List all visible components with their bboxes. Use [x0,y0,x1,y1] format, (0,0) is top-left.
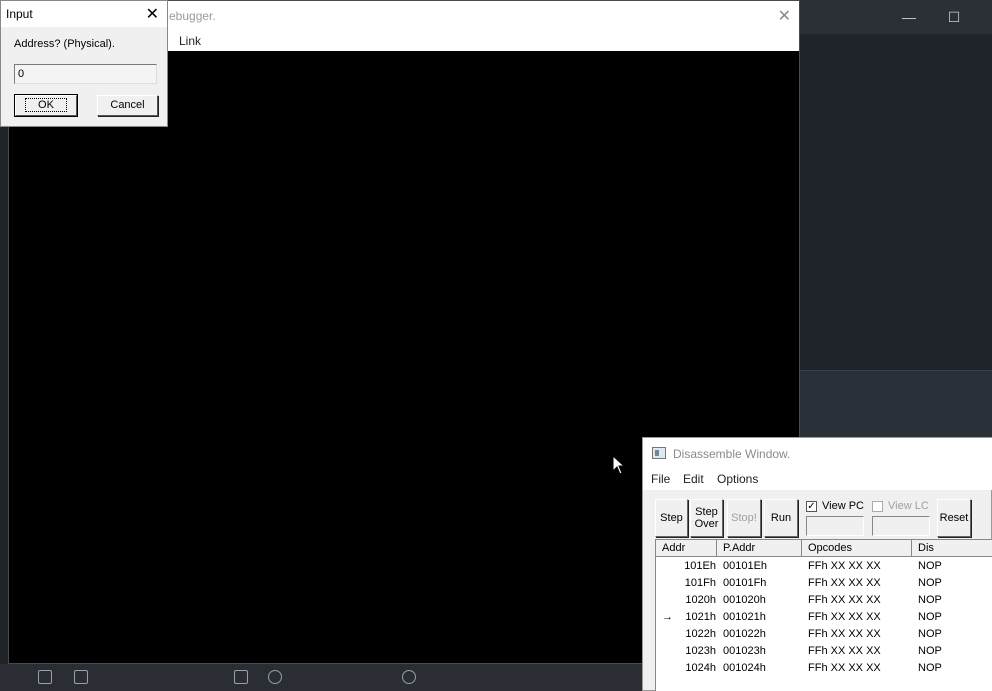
reset-button[interactable]: Reset [937,499,971,537]
disassembly-header: Addr P.Addr Opcodes Dis [656,540,992,557]
dis-cell: NOP [918,577,942,589]
table-row[interactable]: 1023h 001023h FFh XX XX XX NOP [656,643,992,660]
view-pc-toggle[interactable]: ✓ View PC [806,500,864,512]
paddr-cell: 001022h [723,628,766,640]
menu-file[interactable]: File [651,472,670,486]
paddr-cell: 00101Fh [723,577,767,589]
close-icon[interactable]: ✕ [778,6,791,26]
toolbar-delete-icon-2[interactable] [234,670,248,684]
dis-cell: NOP [918,560,942,572]
paddr-cell: 001024h [723,662,766,674]
step-over-button[interactable]: Step Over [690,499,723,537]
disassemble-titlebar: Disassemble Window. [643,438,992,468]
ok-button[interactable]: OK [14,94,78,117]
addr-cell: 1023h [685,645,716,657]
toolbar-save-icon[interactable] [74,670,88,684]
view-pc-checkbox[interactable]: ✓ [806,500,817,512]
minimize-icon[interactable]: — [900,8,918,26]
debugger-title: ebugger. [169,9,216,23]
dis-cell: NOP [918,628,942,640]
background-panel [800,370,992,440]
table-row[interactable]: 1022h 001022h FFh XX XX XX NOP [656,626,992,643]
mouse-cursor-icon [612,455,626,475]
paddr-cell: 001020h [723,594,766,606]
input-dialog: Input ✕ Address? (Physical). OK Cancel [0,0,168,127]
column-header-paddr[interactable]: P.Addr [717,540,802,557]
addr-cell: 101Eh [684,560,716,572]
table-row[interactable]: 101Eh 00101Eh FFh XX XX XX NOP [656,558,992,575]
view-lc-label: View LC [888,500,929,512]
bottom-toolbar [0,664,642,691]
background-titlebar [800,0,992,34]
opcodes-cell: FFh XX XX XX [808,628,881,640]
cancel-button[interactable]: Cancel [97,95,158,116]
disassembly-list[interactable]: Addr P.Addr Opcodes Dis 101Eh 00101Eh FFh … [655,539,992,691]
opcodes-cell: FFh XX XX XX [808,645,881,657]
toolbar-delete-icon[interactable] [38,670,52,684]
dis-cell: NOP [918,594,942,606]
paddr-cell: 00101Eh [723,560,768,572]
ok-button-label: OK [25,98,67,112]
addr-cell: 1024h [685,662,716,674]
column-header-addr[interactable]: Addr [656,540,717,557]
menu-link[interactable]: Link [179,34,201,48]
addr-cell: 101Fh [684,577,716,589]
table-row[interactable]: 1024h 001024h FFh XX XX XX NOP [656,660,992,677]
opcodes-cell: FFh XX XX XX [808,662,881,674]
opcodes-cell: FFh XX XX XX [808,594,881,606]
column-header-dis[interactable]: Dis [912,540,992,557]
stop-button[interactable]: Stop! [727,499,761,537]
paddr-cell: 001023h [723,645,766,657]
table-row[interactable]: 1020h 001020h FFh XX XX XX NOP [656,592,992,609]
disassemble-window: Disassemble Window. File Edit Options St… [642,437,992,691]
table-row[interactable]: 101Fh 00101Fh FFh XX XX XX NOP [656,575,992,592]
toolbar-settings-icon[interactable] [268,670,282,684]
addr-cell: 1021h [685,611,716,623]
step-button[interactable]: Step [655,499,688,537]
run-button[interactable]: Run [764,499,798,537]
disassemble-title: Disassemble Window. [673,447,791,461]
input-dialog-title: Input [6,7,33,21]
addr-cell: 1020h [685,594,716,606]
opcodes-cell: FFh XX XX XX [808,611,881,623]
view-pc-field[interactable] [806,516,864,536]
menu-edit[interactable]: Edit [683,472,704,486]
address-prompt-label: Address? (Physical). [14,38,115,50]
paddr-cell: 001021h [723,611,766,623]
opcodes-cell: FFh XX XX XX [808,577,881,589]
opcodes-cell: FFh XX XX XX [808,560,881,572]
view-lc-checkbox[interactable] [872,500,883,512]
close-icon[interactable]: ✕ [146,4,159,24]
dis-cell: NOP [918,662,942,674]
addr-cell: 1022h [685,628,716,640]
maximize-icon[interactable]: ☐ [945,8,963,26]
menu-options[interactable]: Options [717,472,758,486]
window-app-icon [652,447,666,459]
view-pc-label: View PC [822,500,864,512]
address-input[interactable] [14,64,157,84]
column-header-opcodes[interactable]: Opcodes [802,540,912,557]
disassemble-menubar: File Edit Options [643,468,992,490]
view-lc-field[interactable] [872,516,930,536]
dis-cell: NOP [918,645,942,657]
view-lc-toggle[interactable]: View LC [872,500,929,512]
table-row[interactable]: → 1021h 001021h FFh XX XX XX NOP [656,609,992,626]
dis-cell: NOP [918,611,942,623]
toolbar-settings-icon-2[interactable] [402,670,416,684]
input-dialog-titlebar: Input ✕ [1,1,167,27]
